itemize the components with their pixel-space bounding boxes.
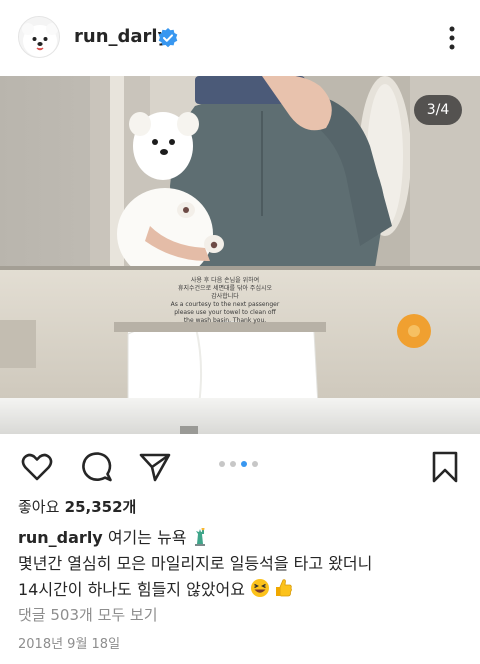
- statue-of-liberty-emoji: [194, 528, 205, 546]
- post-photo[interactable]: 사용 후 다음 손님을 위하여 휴지수건으로 세면대를 닦아 주십시오 감사합니…: [0, 76, 480, 434]
- more-options-icon[interactable]: [440, 24, 464, 52]
- avatar[interactable]: [18, 16, 60, 58]
- sign-line-5: please use your towel to clean off: [174, 309, 276, 316]
- carousel-counter: 3/4: [414, 95, 462, 125]
- avatar-dog-image: [19, 17, 59, 57]
- sign-line-3: 감사합니다: [211, 293, 239, 300]
- view-all-comments-link[interactable]: 댓글 503개 모두 보기: [18, 604, 158, 625]
- post-date: 2018년 9월 18일: [18, 637, 121, 652]
- action-bar: [0, 440, 480, 490]
- sign-line-6: the wash basin. Thank you.: [183, 317, 267, 324]
- caption-line-2: 몇년간 열심히 모은 마일리지로 일등석을 타고 왔더니: [18, 554, 373, 573]
- likes-label: 좋아요: [18, 498, 60, 516]
- post-username[interactable]: run_darly: [74, 26, 169, 47]
- carousel-dot-2: [230, 461, 236, 467]
- likes-number: 25,352개: [64, 498, 137, 516]
- caption-username[interactable]: run_darly: [18, 528, 103, 547]
- heart-icon[interactable]: [20, 450, 54, 484]
- carousel-dot-1: [219, 461, 225, 467]
- bookmark-icon[interactable]: [428, 450, 462, 484]
- caption-line-1: run_darly 여기는 뉴욕: [18, 524, 208, 548]
- carousel-dot-3-active: [241, 461, 247, 467]
- grinning-squinting-face-emoji: [251, 579, 270, 597]
- carousel-dot-4: [252, 461, 258, 467]
- post-header: run_darly: [0, 0, 480, 76]
- thumbs-up-emoji: [276, 579, 293, 597]
- caption-text-1: 여기는 뉴욕: [107, 528, 187, 547]
- caption-text-3: 14시간이 하나도 힘들지 않았어요: [18, 580, 245, 599]
- sign-text: 사용 후 다음 손님을 위하여 휴지수건으로 세면대를 닦아 주십시오 감사합니…: [150, 277, 300, 325]
- send-icon[interactable]: [138, 450, 172, 484]
- sign-line-1: 사용 후 다음 손님을 위하여: [190, 277, 260, 284]
- sign-line-2: 휴지수건으로 세면대를 닦아 주십시오: [177, 285, 273, 292]
- verified-badge-icon: [158, 28, 178, 48]
- comment-icon[interactable]: [80, 450, 114, 484]
- sign-line-4: As a courtesy to the next passenger: [170, 301, 280, 308]
- mirror-selfie-image: [0, 76, 480, 434]
- likes-count[interactable]: 좋아요 25,352개: [18, 496, 136, 517]
- caption-line-3: 14시간이 하나도 힘들지 않았어요: [18, 576, 293, 600]
